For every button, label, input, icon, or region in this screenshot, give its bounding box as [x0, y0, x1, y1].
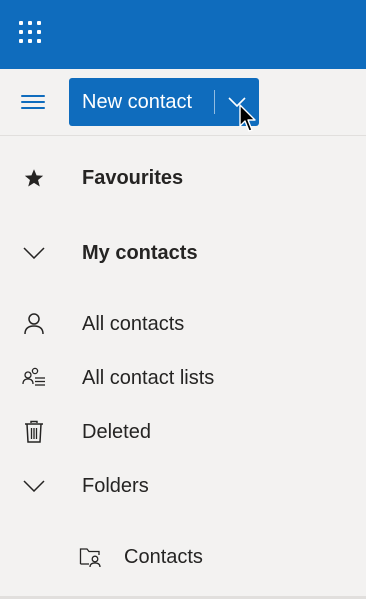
people-list-icon [22, 366, 46, 390]
new-contact-label[interactable]: New contact [69, 91, 214, 114]
hamburger-icon[interactable] [19, 92, 47, 112]
star-icon [22, 166, 46, 190]
app-header [0, 0, 366, 69]
chevron-down-icon[interactable] [22, 474, 46, 498]
nav-folders[interactable]: Folders [0, 462, 366, 510]
nav-all-contact-lists-label: All contact lists [82, 367, 215, 389]
chevron-down-icon[interactable] [22, 241, 46, 265]
nav-all-contacts[interactable]: All contacts [0, 300, 366, 348]
trash-icon [22, 420, 46, 444]
nav-my-contacts-label: My contacts [82, 242, 198, 264]
nav-all-contacts-label: All contacts [82, 313, 185, 335]
nav-deleted-label: Deleted [82, 421, 151, 443]
nav-favourites-label: Favourites [82, 167, 184, 189]
mouse-pointer-icon [239, 104, 256, 132]
nav-all-contact-lists[interactable]: All contact lists [0, 354, 366, 402]
nav-my-contacts[interactable]: My contacts [0, 229, 366, 277]
nav-folders-label: Folders [82, 475, 149, 497]
nav-deleted[interactable]: Deleted [0, 408, 366, 456]
nav-folder-contacts-label: Contacts [124, 546, 203, 568]
person-icon [22, 312, 46, 336]
nav-favourites[interactable]: Favourites [0, 154, 366, 202]
contact-folder-icon [79, 545, 103, 569]
new-contact-button[interactable]: New contact [69, 78, 259, 126]
waffle-icon[interactable] [19, 21, 45, 47]
nav-folder-contacts[interactable]: Contacts [0, 533, 366, 581]
